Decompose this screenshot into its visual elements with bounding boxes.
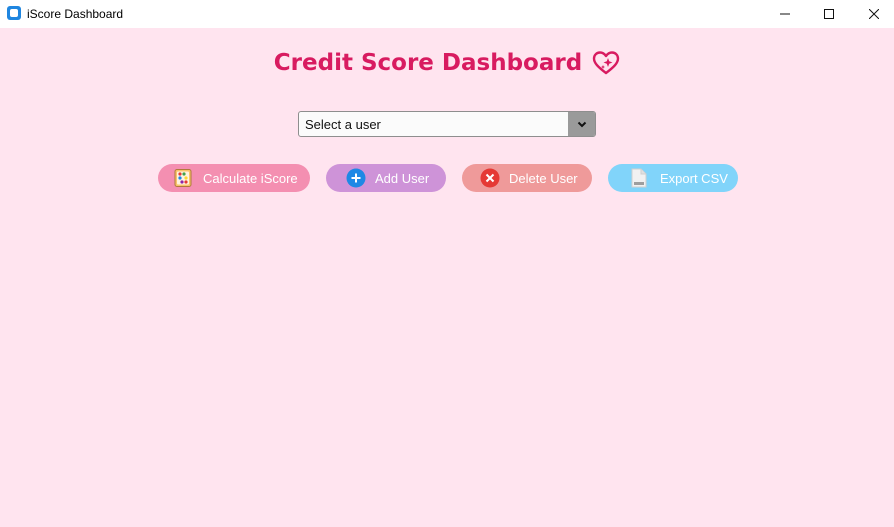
user-select[interactable]: Select a user [298, 111, 596, 137]
delete-user-label: Delete User [509, 170, 578, 186]
delete-user-button[interactable]: Delete User [462, 164, 592, 192]
abacus-icon [173, 168, 193, 188]
close-icon [869, 9, 879, 19]
export-csv-button[interactable]: Export CSV [608, 164, 738, 192]
maximize-icon [824, 9, 834, 19]
close-button[interactable] [851, 0, 894, 28]
page-title-group: Credit Score Dashboard [274, 50, 620, 76]
document-icon [629, 168, 649, 188]
user-select-value: Select a user [305, 117, 381, 132]
page-title: Credit Score Dashboard [273, 50, 583, 76]
window-title: iScore Dashboard [27, 7, 124, 21]
calculate-iscore-label: Calculate iScore [203, 170, 298, 186]
header: Credit Score Dashboard [0, 50, 894, 76]
select-dropdown-button[interactable] [568, 112, 595, 136]
plus-circle-icon [346, 168, 366, 188]
app-icon [7, 6, 21, 20]
minimize-icon [780, 13, 790, 15]
add-user-label: Add User [375, 170, 430, 186]
chevron-down-icon [577, 121, 586, 127]
calculate-iscore-button[interactable]: Calculate iScore [158, 164, 310, 192]
minimize-button[interactable] [762, 0, 808, 28]
export-csv-label: Export CSV [660, 170, 728, 186]
heart-sparkle-icon [592, 51, 620, 75]
add-user-button[interactable]: Add User [326, 164, 446, 192]
app-window: iScore Dashboard Credit Score Dashboard [0, 0, 894, 527]
x-circle-icon [480, 168, 500, 188]
title-bar[interactable]: iScore Dashboard [0, 0, 894, 28]
maximize-button[interactable] [806, 0, 852, 28]
